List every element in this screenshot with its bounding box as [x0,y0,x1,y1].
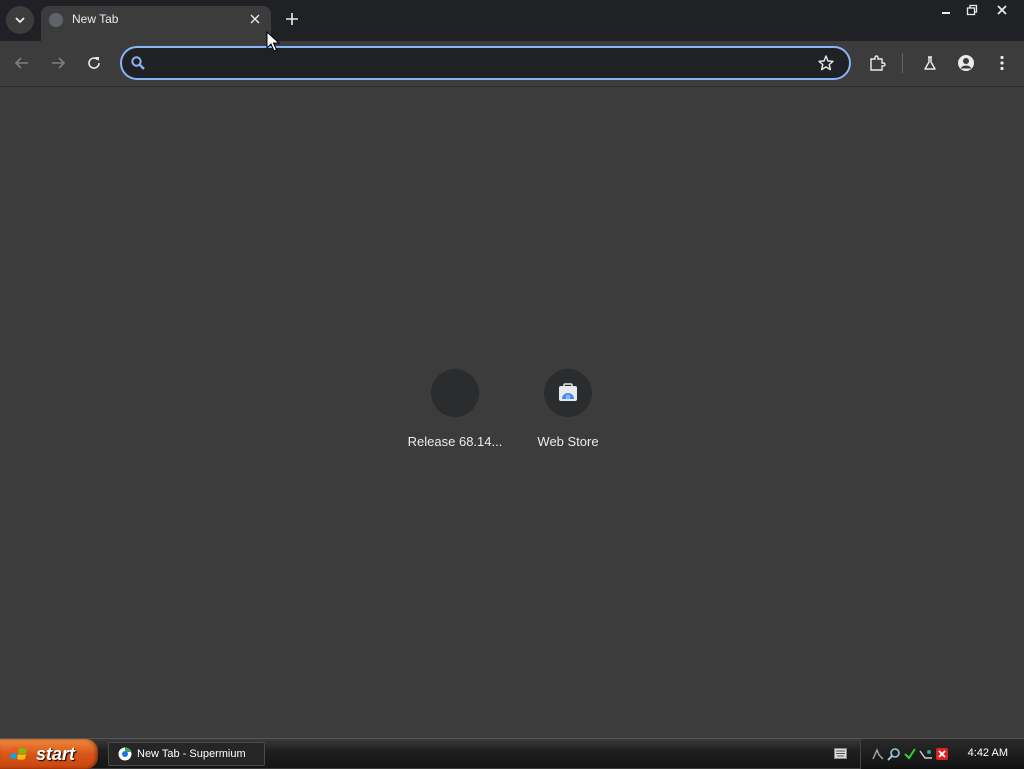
shortcut-label: Release 68.14... [407,434,503,449]
tab-new-tab[interactable]: New Tab [41,6,271,41]
globe-icon [49,13,63,27]
start-label: start [36,743,76,764]
shortcut-icon-container [544,369,592,417]
taskbar-item-label: New Tab - Supermium [137,748,246,760]
menu-button[interactable] [991,52,1013,74]
shortcut-release[interactable]: Release 68.14... [400,369,510,459]
mouse-cursor-icon [266,31,280,52]
toolbar-divider [902,53,903,73]
clock[interactable]: 4:42 AM [968,747,1008,759]
address-input[interactable] [156,53,806,73]
reload-button[interactable] [82,51,106,75]
puzzle-icon [870,55,886,71]
extensions-button[interactable] [866,52,888,74]
windows-logo-icon [10,747,27,760]
start-button[interactable]: start [0,739,98,769]
system-tray: 4:42 AM [860,739,1024,769]
window-controls [934,1,1018,19]
taskbar: start New Tab - Supermium 4:42 AM [0,738,1024,769]
web-store-icon [559,383,577,401]
bookmark-star-icon[interactable] [817,54,835,72]
tab-close-button[interactable] [247,11,263,27]
forward-button[interactable] [46,51,70,75]
kebab-menu-icon [1000,55,1004,71]
tab-search-button[interactable] [6,6,34,34]
taskbar-item-supermium[interactable]: New Tab - Supermium [108,742,265,766]
restore-icon [966,4,978,16]
address-bar[interactable] [120,46,851,80]
back-button[interactable] [10,51,34,75]
profile-button[interactable] [955,52,977,74]
toolbar [0,41,1024,87]
arrow-left-icon [14,57,28,69]
tab-title: New Tab [72,12,119,26]
tray-error-icon[interactable] [935,747,949,761]
labs-button[interactable] [919,52,941,74]
shortcut-icon-container [431,369,479,417]
tray-arrow-icon[interactable] [871,747,885,761]
minimize-icon [942,12,950,14]
minimize-button[interactable] [934,1,958,19]
close-window-button[interactable] [986,1,1018,19]
plus-icon [286,13,298,25]
new-tab-button[interactable] [281,8,303,30]
shortcut-web-store[interactable]: Web Store [513,369,623,459]
shortcut-label: Web Store [537,434,599,449]
profile-icon [958,55,974,71]
release-icon [446,384,464,402]
reload-icon [88,57,100,69]
search-icon [131,56,145,70]
tray-network-icon[interactable] [919,747,933,761]
chevron-down-icon [15,17,25,24]
tray-security-icon[interactable] [903,747,917,761]
keyboard-icon[interactable] [834,748,847,759]
restore-button[interactable] [960,1,984,19]
close-icon [997,5,1007,15]
tab-strip: New Tab [0,0,1024,41]
supermium-icon [118,747,132,761]
flask-icon [924,56,936,70]
arrow-right-icon [52,57,66,69]
tray-search-icon[interactable] [887,747,901,761]
new-tab-page: Release 68.14... Web Store [0,87,1024,738]
close-icon [250,14,260,24]
